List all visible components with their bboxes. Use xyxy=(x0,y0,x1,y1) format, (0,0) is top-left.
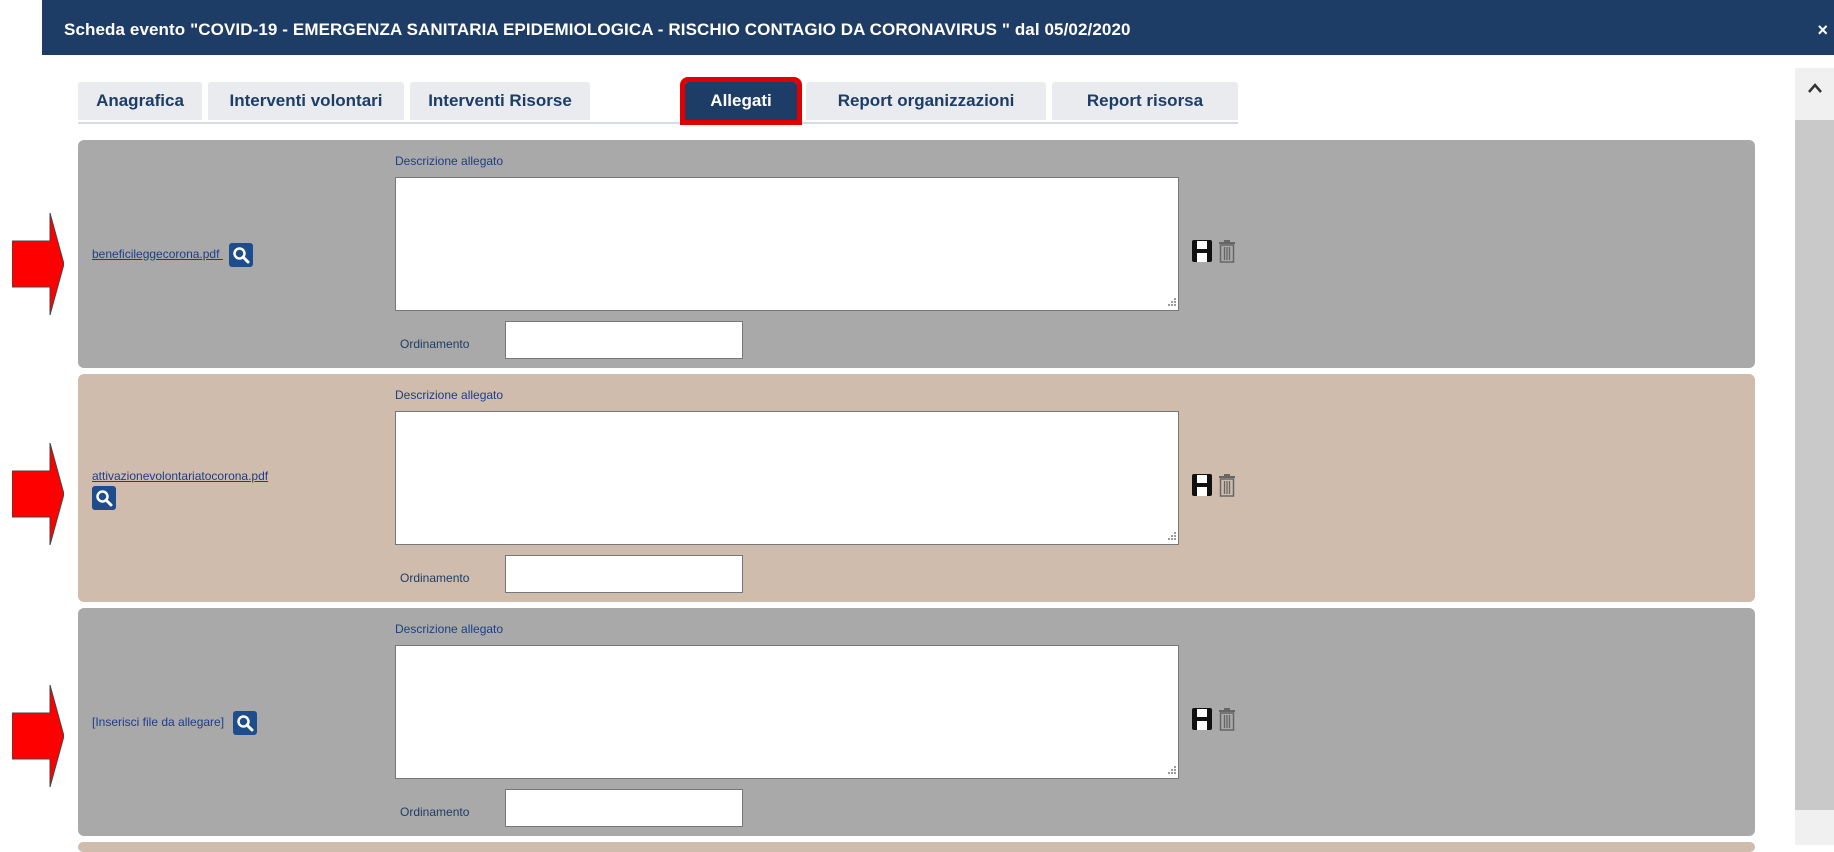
trash-icon[interactable] xyxy=(1217,473,1237,497)
order-label: Ordinamento xyxy=(400,337,470,351)
tab-allegati[interactable]: Allegati xyxy=(680,77,802,125)
red-arrow-icon xyxy=(12,685,64,787)
order-input[interactable] xyxy=(505,555,743,593)
attachment-file-name[interactable]: [Inserisci file da allegare] xyxy=(92,715,224,729)
order-input[interactable] xyxy=(505,789,743,827)
description-textarea[interactable] xyxy=(395,177,1179,311)
attachment-file-link[interactable]: [Inserisci file da allegare] xyxy=(92,711,258,735)
attachment-file-link[interactable]: beneficileggecorona.pdf xyxy=(92,243,253,267)
resize-grip-icon[interactable] xyxy=(1167,531,1177,541)
tab-interventi-volontari[interactable]: Interventi volontari xyxy=(208,82,404,120)
save-icon[interactable] xyxy=(1191,707,1213,731)
close-icon[interactable]: × xyxy=(1817,20,1828,41)
description-textarea[interactable] xyxy=(395,411,1179,545)
tab-report-risorsa[interactable]: Report risorsa xyxy=(1052,82,1238,120)
attachment-file-name[interactable]: attivazionevolontariatocorona.pdf xyxy=(92,469,268,483)
save-icon[interactable] xyxy=(1191,239,1213,263)
scrollbar[interactable] xyxy=(1795,68,1834,845)
search-icon[interactable] xyxy=(233,711,258,735)
red-arrow-icon xyxy=(12,213,64,315)
save-icon[interactable] xyxy=(1191,473,1213,497)
trash-icon[interactable] xyxy=(1217,239,1237,263)
attachment-row: beneficileggecorona.pdf Descrizione alle… xyxy=(78,140,1755,368)
tab-anagrafica[interactable]: Anagrafica xyxy=(78,82,202,120)
description-label: Descrizione allegato xyxy=(395,622,504,636)
trash-icon[interactable] xyxy=(1217,707,1237,731)
order-label: Ordinamento xyxy=(400,805,470,819)
window-title-bar: Scheda evento "COVID-19 - EMERGENZA SANI… xyxy=(42,0,1834,55)
attachment-row-partial xyxy=(78,842,1755,852)
scrollbar-thumb[interactable] xyxy=(1795,120,1834,810)
order-label: Ordinamento xyxy=(400,571,470,585)
chevron-up-icon[interactable] xyxy=(1807,82,1823,94)
description-label: Descrizione allegato xyxy=(395,154,504,168)
attachment-row: [Inserisci file da allegare] Descrizione… xyxy=(78,608,1755,836)
description-label: Descrizione allegato xyxy=(395,388,504,402)
order-input[interactable] xyxy=(505,321,743,359)
tab-interventi-risorse[interactable]: Interventi Risorse xyxy=(410,82,590,120)
red-arrow-icon xyxy=(12,443,64,545)
attachment-file-name[interactable]: beneficileggecorona.pdf xyxy=(92,247,219,261)
search-icon[interactable] xyxy=(92,486,116,510)
search-icon[interactable] xyxy=(228,243,253,267)
resize-grip-icon[interactable] xyxy=(1167,765,1177,775)
description-textarea[interactable] xyxy=(395,645,1179,779)
window-title: Scheda evento "COVID-19 - EMERGENZA SANI… xyxy=(64,20,1131,39)
tab-report-organizzazioni[interactable]: Report organizzazioni xyxy=(806,82,1046,120)
resize-grip-icon[interactable] xyxy=(1167,297,1177,307)
attachment-row: attivazionevolontariatocorona.pdf Descri… xyxy=(78,374,1755,602)
attachment-file-link[interactable]: attivazionevolontariatocorona.pdf xyxy=(92,468,268,510)
tab-bar: Anagrafica Interventi volontari Interven… xyxy=(78,77,1238,125)
